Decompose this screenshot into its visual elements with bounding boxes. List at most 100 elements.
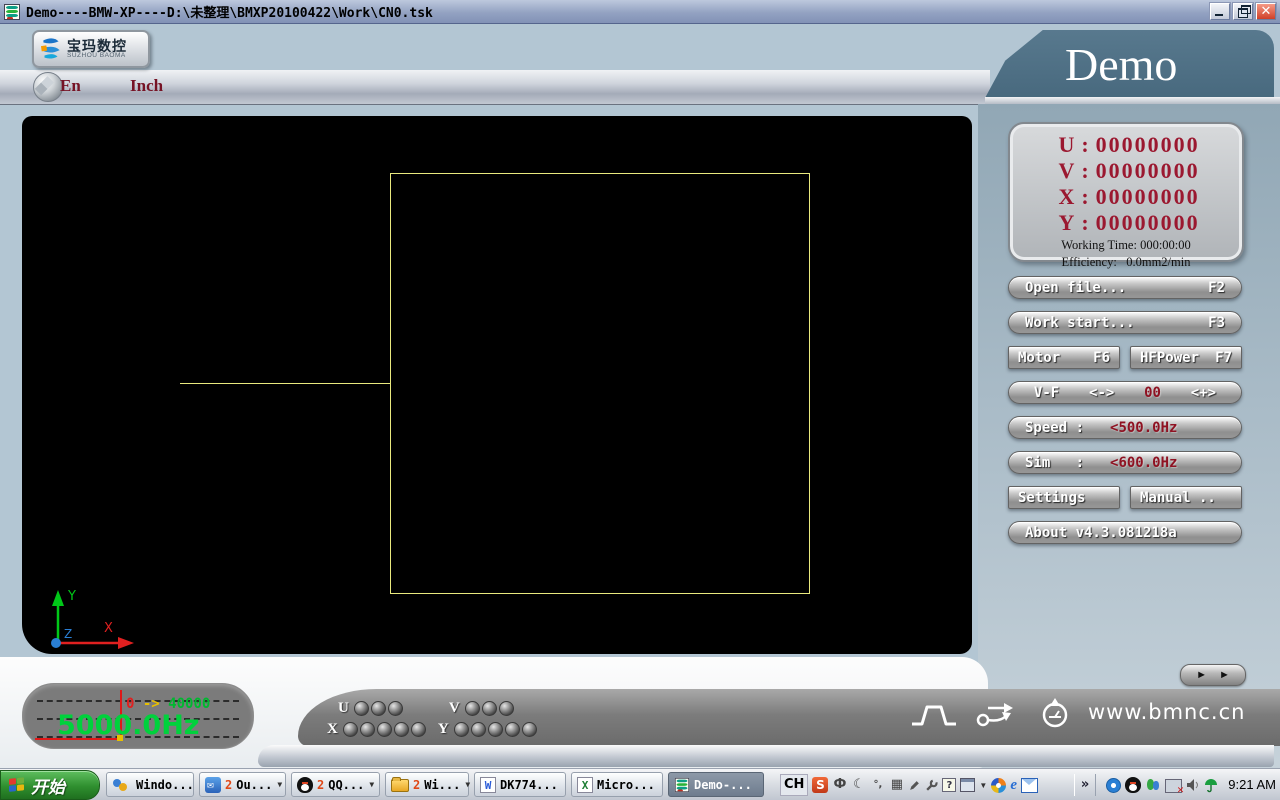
axis-label-y: Y [67, 589, 76, 604]
banner-title: Demo [1065, 38, 1177, 91]
unit-toggle[interactable]: Inch [130, 76, 163, 96]
drawing-line [180, 383, 390, 384]
window-title: Demo----BMW-XP----D:\未整理\BMXP20100422\Wo… [26, 2, 1207, 21]
drawing-rect [390, 173, 810, 594]
volume-icon[interactable] [1186, 778, 1200, 792]
axis-readout-y: Y:00000000 [1010, 210, 1242, 236]
vf-decrease[interactable]: <-> [1089, 385, 1114, 401]
wrench-icon[interactable] [925, 779, 938, 792]
sim-button[interactable]: Sim :<600.0Hz [1008, 451, 1242, 474]
task-word-document[interactable]: DK774... [474, 772, 566, 797]
axis-indicator: Y X Z [28, 586, 158, 652]
antivirus-umbrella-icon[interactable] [1204, 778, 1218, 793]
work-start-button[interactable]: Work start...F3 [1008, 311, 1242, 334]
baoma-logo-icon [38, 36, 64, 62]
hfpower-button[interactable]: HFPowerF7 [1130, 346, 1242, 369]
app-icon [4, 4, 20, 20]
drawing-canvas[interactable]: Y X Z [22, 116, 972, 654]
window-switch-icon[interactable] [960, 778, 975, 792]
softkeyboard-icon[interactable]: ▦ [889, 777, 904, 793]
task-windows-optimizer[interactable]: Windo... [106, 772, 194, 797]
network-error-icon[interactable] [1165, 779, 1182, 793]
manual-button[interactable]: Manual .. [1130, 486, 1242, 509]
pager-button[interactable]: ► ► [1180, 664, 1246, 686]
led [354, 701, 369, 716]
language-indicator[interactable]: CH [780, 774, 808, 796]
motor-button[interactable]: MotorF6 [1008, 346, 1120, 369]
indicator-label-u: U [338, 700, 349, 717]
vf-value: 00 [1144, 385, 1161, 401]
indicator-row-uv: U V [338, 700, 514, 717]
task-windows-explorer[interactable]: 2Wi... ▼ [385, 772, 469, 797]
axis-readout-u: U:00000000 [1010, 132, 1242, 158]
halfmoon-icon[interactable]: ☾ [851, 777, 866, 793]
working-time: Working Time: 000:00:00 [1010, 238, 1242, 253]
outlook-icon [205, 777, 221, 793]
frequency-gauge: 0 -> 40000 5000.0Hz [22, 683, 254, 749]
clock[interactable]: 9:21 AM [1228, 774, 1276, 796]
qq-tray-icon[interactable] [1125, 777, 1141, 793]
pager-arrow-1: ► [1196, 669, 1207, 681]
axis-readout-v: V:00000000 [1010, 158, 1242, 184]
ie-icon[interactable]: e [1010, 778, 1017, 793]
title-bar[interactable]: Demo----BMW-XP----D:\未整理\BMXP20100422\Wo… [0, 0, 1280, 24]
minimize-button[interactable] [1210, 3, 1230, 20]
pager-arrow-2: ► [1219, 669, 1230, 681]
language-bar: CH S Ф ☾ °, ▦ ? ▼ e [780, 774, 1038, 796]
sogou-icon[interactable]: S [812, 777, 828, 793]
gauge-current-value: 5000.0Hz [57, 710, 200, 741]
efficiency: Efficiency: 0.0mm2/min [1010, 255, 1242, 270]
indicator-label-v: V [449, 700, 460, 717]
screen: Demo----BMW-XP----D:\未整理\BMXP20100422\Wo… [0, 0, 1280, 800]
pen-icon[interactable] [908, 779, 921, 792]
chevron-down-icon[interactable]: ▼ [369, 780, 374, 789]
axis-readout-x: X:00000000 [1010, 184, 1242, 210]
settings-button[interactable]: Settings [1008, 486, 1120, 509]
restore-button[interactable] [1233, 3, 1253, 20]
system-tray: » 9:21 AM [1068, 774, 1276, 796]
chevron-down-icon[interactable]: ▼ [277, 780, 282, 789]
pinyin-icon[interactable]: Ф [832, 777, 847, 793]
punctuation-icon[interactable]: °, [870, 777, 885, 793]
axis-label-z: Z [64, 627, 72, 641]
axis-label-x: X [104, 621, 113, 636]
language-toggle[interactable]: En [60, 76, 81, 96]
indicator-label-y: Y [438, 721, 449, 738]
outlook-express-icon[interactable] [1021, 778, 1038, 793]
dial-icon[interactable] [1040, 696, 1070, 730]
silver-strip [258, 745, 1274, 767]
close-button[interactable]: ✕ [1256, 3, 1276, 20]
chevron-down-icon[interactable]: ▼ [465, 780, 470, 789]
windows-flag-icon [9, 777, 25, 793]
task-outlook[interactable]: 2Ou... ▼ [199, 772, 286, 797]
task-excel[interactable]: Micro... [571, 772, 663, 797]
open-file-button[interactable]: Open file...F2 [1008, 276, 1242, 299]
logo-text-cn: 宝玛数控 [67, 39, 127, 53]
sphere-icon[interactable] [33, 72, 63, 102]
speed-button[interactable]: Speed :<500.0Hz [1008, 416, 1242, 439]
wire-path-icon[interactable] [975, 698, 1017, 730]
vf-control[interactable]: V-F <-> 00 <+> [1008, 381, 1242, 404]
indicator-row-xy: X Y [327, 721, 537, 738]
chevron-down-icon[interactable]: ▼ [979, 781, 987, 790]
start-button[interactable]: 开始 [0, 770, 100, 800]
task-demo-active[interactable]: Demo-... [668, 772, 764, 797]
word-icon [480, 777, 496, 793]
excel-icon [577, 777, 593, 793]
qq-icon [297, 777, 313, 793]
about-button[interactable]: About v4.3.081218a [1008, 521, 1242, 544]
help-icon[interactable]: ? [942, 778, 956, 792]
wmp-icon[interactable] [991, 778, 1006, 793]
coordinate-display: U:00000000 V:00000000 X:00000000 Y:00000… [1008, 122, 1244, 262]
pulse-wave-icon[interactable] [910, 702, 958, 728]
taskbar: 开始 Windo... 2Ou... ▼ 2QQ... ▼ 2Wi... ▼ [0, 768, 1280, 800]
baoma-logo-button[interactable]: 宝玛数控 SUZHOU BAOMA [32, 30, 150, 68]
tray-expand-button[interactable]: » [1074, 774, 1096, 796]
app-tray-icon[interactable] [1106, 778, 1121, 793]
messenger-tray-icon[interactable] [1145, 777, 1161, 793]
task-qq[interactable]: 2QQ... ▼ [291, 772, 380, 797]
messenger-icon [112, 777, 128, 793]
indicator-label-x: X [327, 721, 338, 738]
vf-increase[interactable]: <+> [1191, 385, 1216, 401]
website-link: www.bmnc.cn [1088, 700, 1245, 724]
